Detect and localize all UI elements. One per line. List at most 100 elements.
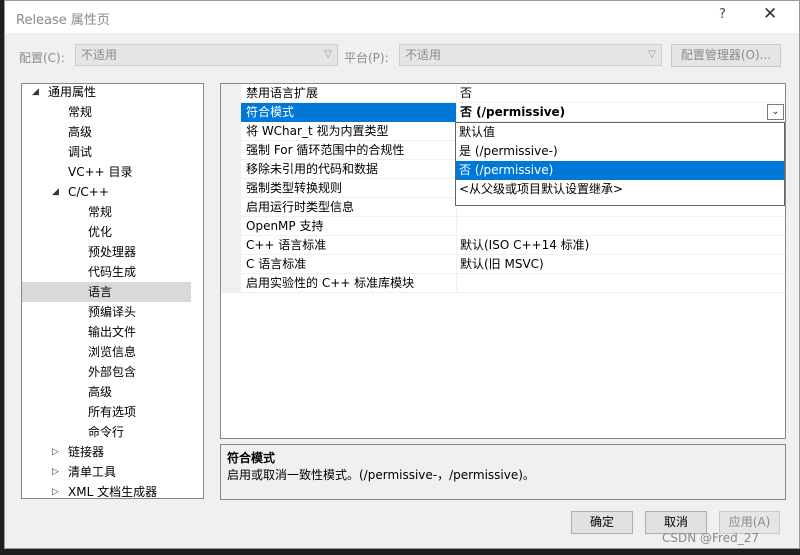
property-value[interactable]: 否 [460,84,472,102]
property-row[interactable]: C++ 语言标准 默认(ISO C++14 标准) [221,236,785,255]
platform-label: 平台(P): [344,51,389,65]
tree-item[interactable]: 语言 [22,282,191,302]
tree-item[interactable]: 代码生成 [22,262,191,282]
description-title: 符合模式 [227,451,276,465]
tree-item[interactable]: ▷ XML 文档生成器 [22,482,191,499]
property-row[interactable]: 启用实验性的 C++ 标准库模块 [221,274,785,293]
property-row[interactable]: C 语言标准 默认(旧 MSVC) [221,255,785,274]
property-name: 符合模式 [246,105,295,119]
tree-item-label: VC++ 目录 [68,165,133,179]
expanded-triangle-icon[interactable]: ◢ [52,182,59,202]
property-row[interactable]: OpenMP 支持 [221,217,785,236]
watermark: CSDN @Fred_27 [662,531,759,545]
chevron-down-icon: ▽ [648,49,656,60]
row-gutter [221,179,241,198]
tree-item-label: 代码生成 [88,265,137,279]
description-panel: 符合模式 启用或取消一致性模式。(/permissive-，/permissiv… [220,444,786,500]
tree-item-label: 优化 [88,225,113,239]
property-row[interactable]: 符合模式 否 (/permissive) ⌄ [221,103,785,122]
help-icon[interactable]: ? [719,7,726,22]
tree-item-label: C/C++ [68,185,109,199]
collapsed-triangle-icon[interactable]: ▷ [52,462,59,482]
tree-item[interactable]: 外部包含 [22,362,191,382]
row-gutter [221,160,241,179]
tree-item-label: 高级 [88,385,113,399]
property-value[interactable]: 默认(旧 MSVC) [460,255,544,273]
tree-item[interactable]: 高级 [22,382,191,402]
config-combo[interactable]: 不适用 ▽ [75,44,338,66]
property-name: OpenMP 支持 [246,219,324,233]
dropdown-option[interactable]: 默认值 [456,123,784,142]
tree-item[interactable]: ◢ 通用属性 [22,84,191,102]
tree-item-label: 高级 [68,125,93,139]
expanded-triangle-icon[interactable]: ◢ [32,84,39,102]
collapsed-triangle-icon[interactable]: ▷ [52,482,59,498]
property-name: 启用实验性的 C++ 标准库模块 [246,276,415,290]
property-value[interactable]: 否 (/permissive) [460,103,565,121]
column-divider[interactable] [456,236,457,255]
tree-item-label: 命令行 [88,425,125,439]
property-value[interactable]: 默认(ISO C++14 标准) [460,236,589,254]
tree-item[interactable]: ▷ 链接器 [22,442,191,462]
tree-item[interactable]: VC++ 目录 [22,162,191,182]
row-gutter [221,217,241,236]
tree-item[interactable]: 调试 [22,142,191,162]
dropdown-option[interactable]: <从父级或项目默认设置继承> [456,180,784,199]
property-name: 强制 For 循环范围中的合规性 [246,143,405,157]
tree-item[interactable]: ▷ 清单工具 [22,462,191,482]
category-tree: ◢ 通用属性 常规 高级 调试 VC++ 目录 ◢ C/C++ 常规 优化 预处理器 代码生成 语言 预编… [21,83,204,499]
tree-item-label: 预处理器 [88,245,137,259]
tree-item-label: 浏览信息 [88,345,137,359]
tree-item[interactable]: 常规 [22,102,191,122]
tree-item[interactable]: 预处理器 [22,242,191,262]
tree-item-label: 常规 [68,105,93,119]
tree-item-label: 调试 [68,145,93,159]
column-divider[interactable] [456,103,457,122]
tree-item[interactable]: 常规 [22,202,191,222]
config-value: 不适用 [81,48,118,62]
ok-button[interactable]: 确定 [571,511,633,534]
tree-item[interactable]: 命令行 [22,422,191,442]
tree-item[interactable]: 浏览信息 [22,342,191,362]
property-name: C 语言标准 [246,257,307,271]
column-divider[interactable] [456,217,457,236]
title-bar: Release 属性页 ? ✕ [5,1,799,33]
tree-item[interactable]: 所有选项 [22,402,191,422]
conformance-dropdown-list: 默认值是 (/permissive-) 否 (/permissive) <从父级或项… [455,122,785,206]
tree-item-label: 预编译头 [88,305,137,319]
row-gutter [221,236,241,255]
row-gutter [221,122,241,141]
tree-item-label: 常规 [88,205,113,219]
column-divider[interactable] [456,84,457,103]
tree-item[interactable]: 输出文件 [22,322,191,342]
dropdown-option[interactable]: 否 (/permissive) [456,161,784,180]
tree-item[interactable]: 预编译头 [22,302,191,322]
tree-item[interactable]: 优化 [22,222,191,242]
row-gutter [221,103,241,122]
config-manager-button[interactable]: 配置管理器(O)... [671,44,781,67]
property-pages-dialog: Release 属性页 ? ✕ 配置(C): 不适用 ▽ 平台(P): 不适用 … [4,0,800,549]
property-name: C++ 语言标准 [246,238,327,252]
row-gutter [221,198,241,217]
column-divider[interactable] [456,274,457,293]
tree-item-label: 外部包含 [88,365,137,379]
platform-value: 不适用 [405,48,442,62]
tree-item[interactable]: 高级 [22,122,191,142]
description-text: 启用或取消一致性模式。(/permissive-，/permissive)。 [227,468,535,482]
platform-combo[interactable]: 不适用 ▽ [399,44,662,66]
property-row[interactable]: 禁用语言扩展 否 [221,84,785,103]
property-name: 禁用语言扩展 [246,86,319,100]
property-name: 移除未引用的代码和数据 [246,162,379,176]
collapsed-triangle-icon[interactable]: ▷ [52,442,59,462]
chevron-down-icon[interactable]: ⌄ [767,104,784,120]
chevron-down-icon: ▽ [324,49,332,60]
dropdown-option[interactable]: 是 (/permissive-) [456,142,784,161]
row-gutter [221,84,241,103]
tree-item-label: XML 文档生成器 [68,485,158,499]
column-divider[interactable] [456,255,457,274]
tree-item[interactable]: ◢ C/C++ [22,182,191,202]
row-gutter [221,141,241,160]
tree-item-label: 语言 [88,285,113,299]
tree-item-label: 清单工具 [68,465,117,479]
close-icon[interactable]: ✕ [763,4,777,24]
